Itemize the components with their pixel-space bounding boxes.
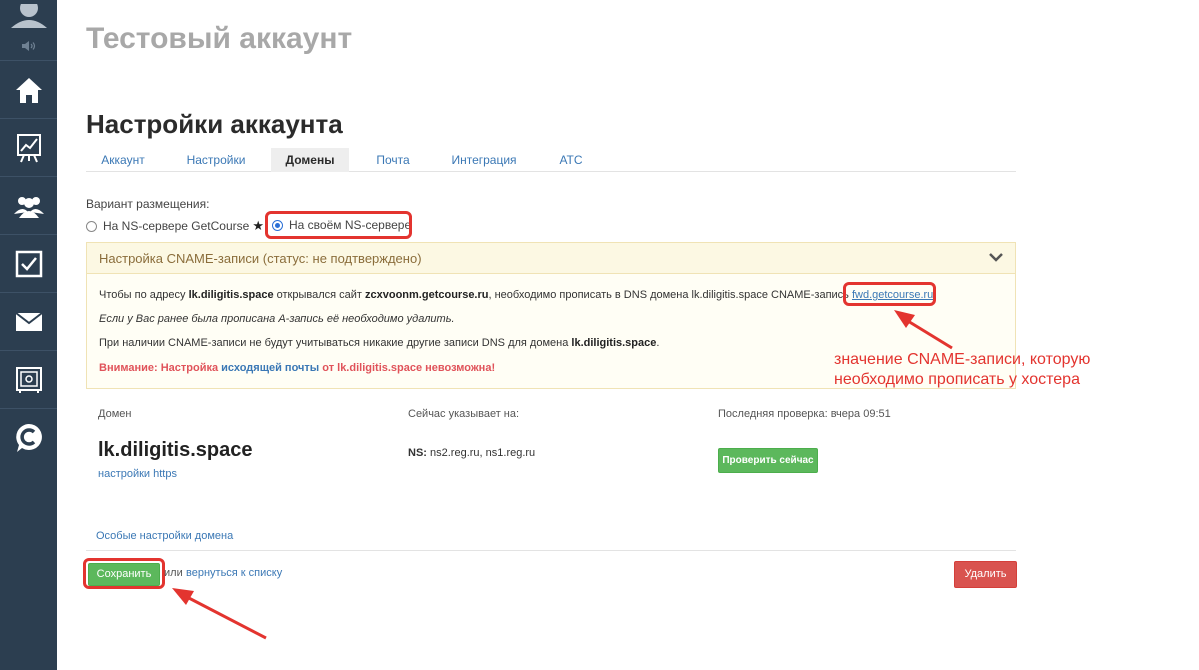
check-now-button[interactable]: Проверить сейчас [718,448,818,473]
col-points-header: Сейчас указывает на: [408,408,520,420]
back-to-list-link[interactable]: вернуться к списку [186,567,282,579]
or-text: или [164,567,183,579]
tab-account[interactable]: Аккаунт [88,148,158,172]
highlight-save [83,558,165,589]
placement-label: Вариант размещения: [86,197,210,211]
chat-c-icon [15,423,42,452]
tab-integration[interactable]: Интеграция [444,148,524,172]
star-icon: ★ [252,218,264,233]
sidebar-item-tasks[interactable] [0,234,57,292]
page-title: Настройки аккаунта [86,109,343,139]
sound-toggle[interactable] [0,36,57,56]
annotation-text: значение CNAME-записи, которую необходим… [834,351,1091,388]
users-icon [13,196,44,218]
sidebar [0,0,57,670]
cname-panel-header[interactable]: Настройка CNAME-записи (статус: не подтв… [87,243,1015,274]
chart-icon [16,133,41,162]
tab-settings[interactable]: Настройки [178,148,254,172]
mail-icon [14,311,43,331]
cname-panel-title: Настройка CNAME-записи (статус: не подтв… [99,251,422,266]
account-title: Тестовый аккаунт [86,22,353,55]
speaker-icon [21,41,35,51]
ns-servers: NS: ns2.reg.ru, ns1.reg.ru [408,447,536,459]
chevron-down-icon[interactable] [989,252,1003,262]
tab-ats[interactable]: АТС [552,148,590,172]
settings-tabs: Аккаунт Настройки Домены Почта Интеграци… [86,148,1016,172]
arrow-to-save [172,588,267,640]
home-icon [15,77,42,103]
radio-button[interactable] [86,220,97,232]
outgoing-mail-link[interactable]: исходящей почты [221,362,319,374]
https-settings-link[interactable]: настройки https [98,468,177,480]
col-check-header: Последняя проверка: вчера 09:51 [718,408,891,420]
domain-name: lk.diligitis.space [98,439,253,461]
avatar[interactable] [0,0,57,28]
highlight-cname-value [843,282,936,306]
highlight-own-ns [265,211,412,239]
radio-getcourse-ns[interactable]: На NS-сервере GetCourse ★ [86,218,264,234]
cname-a-record-note: Если у Вас ранее была прописана А-запись… [99,313,455,325]
user-icon [10,4,47,28]
delete-button[interactable]: Удалить [954,561,1017,588]
tab-domains[interactable]: Домены [271,148,349,172]
cname-instruction: Чтобы по адресу lk.diligitis.space откры… [99,289,934,301]
divider [86,550,1016,551]
mail-warning: Внимание: Настройка исходящей почты от l… [99,362,496,374]
sidebar-item-safe[interactable] [0,350,57,408]
checkbox-icon [15,250,42,277]
tab-mail[interactable]: Почта [368,148,418,172]
special-domain-settings-link[interactable]: Особые настройки домена [96,530,233,542]
sidebar-item-stats[interactable] [0,118,57,176]
radio-label: На NS-сервере GetCourse [103,219,250,233]
sidebar-item-home[interactable] [0,60,57,118]
cname-dns-note: При наличии CNAME-записи не будут учитыв… [99,337,660,349]
col-domain-header: Домен [98,408,132,420]
sidebar-item-mail[interactable] [0,292,57,350]
safe-icon [15,366,42,393]
sidebar-item-chat[interactable] [0,408,57,466]
sidebar-item-users[interactable] [0,176,57,234]
